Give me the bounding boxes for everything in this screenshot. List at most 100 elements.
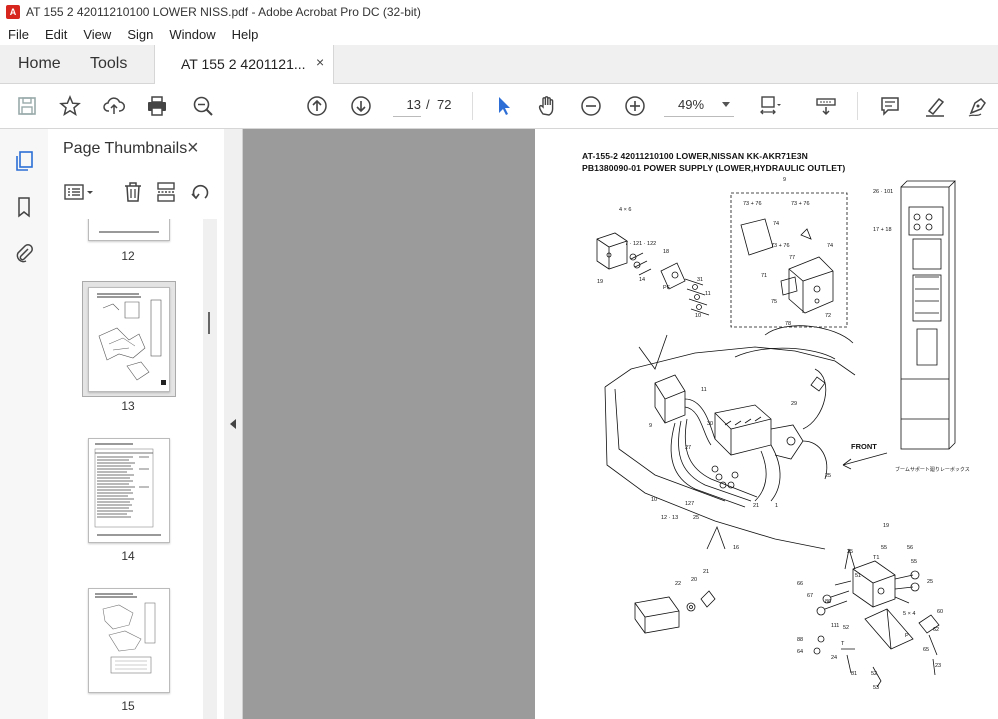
thumbnail-scrollbar[interactable] xyxy=(203,219,217,719)
caption-jp: ブームサポート廻りレーボックス xyxy=(895,466,970,473)
svg-text:20: 20 xyxy=(691,577,697,583)
bookmarks-icon[interactable] xyxy=(12,195,36,219)
page-fit-icon[interactable] xyxy=(758,94,782,118)
thumbnail-list: 12 13 14 15 xyxy=(48,219,206,719)
tab-tools[interactable]: Tools xyxy=(90,55,127,73)
thumbnail-page-14[interactable] xyxy=(88,438,170,543)
zoom-search-icon[interactable] xyxy=(191,94,215,118)
svg-text:73 + 76: 73 + 76 xyxy=(743,201,762,207)
rotate-page-icon[interactable] xyxy=(188,180,212,204)
panel-collapse-handle[interactable] xyxy=(224,129,243,719)
svg-text:10: 10 xyxy=(651,497,657,503)
svg-text:19: 19 xyxy=(883,523,889,529)
svg-text:55: 55 xyxy=(911,559,917,565)
svg-text:60: 60 xyxy=(937,609,943,615)
svg-text:12 · 13: 12 · 13 xyxy=(661,515,678,521)
svg-text:73 + 76: 73 + 76 xyxy=(791,201,810,207)
prev-page-icon[interactable] xyxy=(305,94,329,118)
svg-text:25: 25 xyxy=(847,549,853,555)
thumbnail-page-15[interactable] xyxy=(88,588,170,693)
svg-text:25: 25 xyxy=(693,515,699,521)
panel-close-icon[interactable]: × xyxy=(187,137,199,160)
zoom-level-select[interactable]: 49% xyxy=(664,94,734,117)
tab-close-icon[interactable]: × xyxy=(316,54,324,70)
front-label: FRONT xyxy=(851,442,877,451)
svg-text:9: 9 xyxy=(649,423,652,429)
thumbnail-label: 15 xyxy=(121,699,135,713)
panel-title: Page Thumbnails xyxy=(63,140,188,157)
tab-home[interactable]: Home xyxy=(18,55,61,73)
sign-pen-icon[interactable] xyxy=(966,94,990,118)
svg-text:71: 71 xyxy=(761,273,767,279)
toolbar-divider xyxy=(857,92,858,120)
menu-file[interactable]: File xyxy=(0,27,37,42)
menu-edit[interactable]: Edit xyxy=(37,27,75,42)
document-viewer-background xyxy=(243,129,535,719)
svg-text:65: 65 xyxy=(923,647,929,653)
svg-text:127: 127 xyxy=(685,501,694,507)
insert-page-icon[interactable] xyxy=(154,180,178,204)
svg-text:86: 86 xyxy=(825,599,831,605)
svg-text:17 + 18: 17 + 18 xyxy=(873,227,892,233)
bookmark-star-icon[interactable] xyxy=(58,94,82,118)
toolbar-divider xyxy=(472,92,473,120)
menu-view[interactable]: View xyxy=(75,27,119,42)
svg-text:64: 64 xyxy=(797,649,803,655)
window-title: AT 155 2 42011210100 LOWER NISS.pdf - Ad… xyxy=(26,5,421,19)
tab-document[interactable]: AT 155 2 4201121... × xyxy=(154,45,334,84)
select-cursor-icon[interactable] xyxy=(492,94,516,118)
svg-text:19: 19 xyxy=(597,279,603,285)
svg-text:75: 75 xyxy=(771,299,777,305)
panel-toolbar xyxy=(48,174,224,210)
svg-text:66: 66 xyxy=(797,581,803,587)
thumbnail-page-13[interactable] xyxy=(88,287,170,392)
next-page-icon[interactable] xyxy=(349,94,373,118)
svg-text:62: 62 xyxy=(933,627,939,633)
zoom-level-value: 49% xyxy=(678,97,705,112)
svg-text:67: 67 xyxy=(807,593,813,599)
delete-page-icon[interactable] xyxy=(121,180,145,204)
svg-text:11: 11 xyxy=(705,291,711,297)
menu-sign[interactable]: Sign xyxy=(119,27,161,42)
page-number-input[interactable]: 13 xyxy=(393,94,421,117)
print-icon[interactable] xyxy=(145,94,169,118)
svg-text:74: 74 xyxy=(773,221,779,227)
svg-text:23: 23 xyxy=(935,663,941,669)
svg-text:25: 25 xyxy=(927,579,933,585)
page-separator: / xyxy=(426,97,430,112)
attachments-icon[interactable] xyxy=(12,241,36,265)
hand-tool-icon[interactable] xyxy=(535,94,559,118)
svg-text:26 · 101: 26 · 101 xyxy=(873,189,893,195)
chevron-left-icon xyxy=(230,419,236,429)
svg-text:22: 22 xyxy=(675,581,681,587)
page-thumbnails-icon[interactable] xyxy=(12,149,36,173)
thumbnail-page-12[interactable] xyxy=(88,219,170,241)
svg-text:9: 9 xyxy=(783,177,786,183)
svg-text:4 × 6: 4 × 6 xyxy=(619,207,631,213)
svg-text:31: 31 xyxy=(697,277,703,283)
thumbnail-label: 12 xyxy=(121,249,135,263)
svg-text:77: 77 xyxy=(789,255,795,261)
save-icon[interactable] xyxy=(15,94,39,118)
highlight-pen-icon[interactable] xyxy=(923,94,947,118)
menu-window[interactable]: Window xyxy=(161,27,223,42)
svg-text:56: 56 xyxy=(907,545,913,551)
zoom-out-icon[interactable] xyxy=(579,94,603,118)
comment-icon[interactable] xyxy=(878,94,902,118)
thumbnail-scrollbar-thumb[interactable] xyxy=(208,312,210,334)
svg-text:88: 88 xyxy=(797,637,803,643)
menu-help[interactable]: Help xyxy=(224,27,267,42)
svg-text:11: 11 xyxy=(701,387,707,393)
svg-text:53: 53 xyxy=(873,685,879,691)
document-page[interactable]: AT-155-2 42011210100 LOWER,NISSAN KK-AKR… xyxy=(535,129,998,719)
svg-text:10: 10 xyxy=(695,313,701,319)
upload-cloud-icon[interactable] xyxy=(102,94,126,118)
svg-text:72: 72 xyxy=(825,313,831,319)
svg-text:21: 21 xyxy=(753,503,759,509)
svg-text:18: 18 xyxy=(663,249,669,255)
thumbnail-options-icon[interactable] xyxy=(62,180,98,204)
scroll-mode-icon[interactable] xyxy=(814,94,838,118)
zoom-in-icon[interactable] xyxy=(623,94,647,118)
thumbnail-label: 14 xyxy=(121,549,135,563)
svg-text:1: 1 xyxy=(775,503,778,509)
